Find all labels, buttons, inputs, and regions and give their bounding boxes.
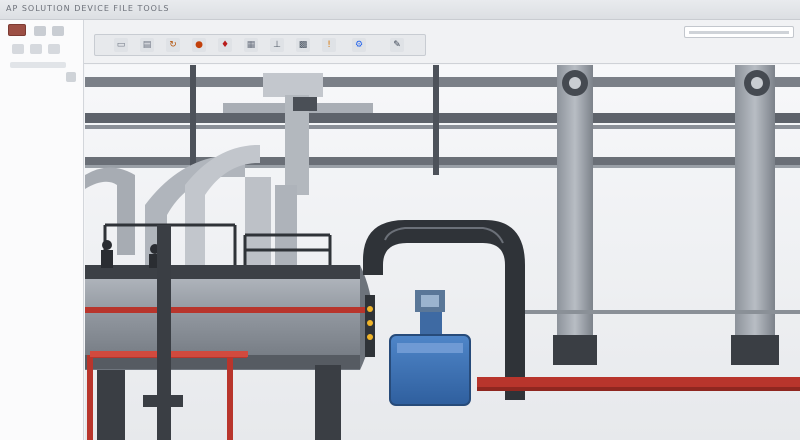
select-tool-icon[interactable]: ▭: [114, 38, 128, 52]
panel-item-icon[interactable]: [48, 44, 60, 54]
panel-item-icon[interactable]: [12, 44, 24, 54]
save-icon[interactable]: [34, 26, 46, 36]
panel-item-icon[interactable]: [30, 44, 42, 54]
paint-tool-icon[interactable]: ●: [192, 38, 206, 52]
search-input[interactable]: [684, 26, 794, 38]
measure-tool-icon[interactable]: ⊥: [270, 38, 284, 52]
app-window: AP SOLUTION DEVICE FILE TOOLS ▭ ▤ ↻ ● ♦ ▦ ⊥ ▩! ⚙…: [0, 0, 800, 440]
wrench-tool-icon[interactable]: ✎: [390, 38, 404, 52]
industrial-scene: [85, 65, 800, 440]
grid-tool-icon[interactable]: ▩: [296, 38, 310, 52]
scene-canvas[interactable]: [85, 65, 800, 440]
red-pipe: [477, 377, 800, 391]
toolbar: ▭ ▤ ↻ ● ♦ ▦ ⊥ ▩! ⚙ ✎: [84, 20, 800, 64]
robot-arm-tool-icon[interactable]: ⚙: [352, 38, 366, 52]
alert-tool-icon[interactable]: !: [322, 38, 336, 52]
pin-icon[interactable]: [66, 72, 76, 82]
table-tool-icon[interactable]: ▦: [244, 38, 258, 52]
panel-row[interactable]: [10, 62, 66, 68]
left-panel: [0, 20, 84, 440]
layer-tool-icon[interactable]: ▤: [140, 38, 154, 52]
open-icon[interactable]: [52, 26, 64, 36]
record-icon[interactable]: [8, 24, 26, 36]
rotate-tool-icon[interactable]: ↻: [166, 38, 180, 52]
search-field-track: [689, 31, 789, 34]
fire-tool-icon[interactable]: ♦: [218, 38, 232, 52]
guard-rail: [525, 310, 800, 314]
title-bar: AP SOLUTION DEVICE FILE TOOLS: [0, 0, 800, 20]
app-title: AP SOLUTION DEVICE FILE TOOLS: [6, 4, 170, 13]
